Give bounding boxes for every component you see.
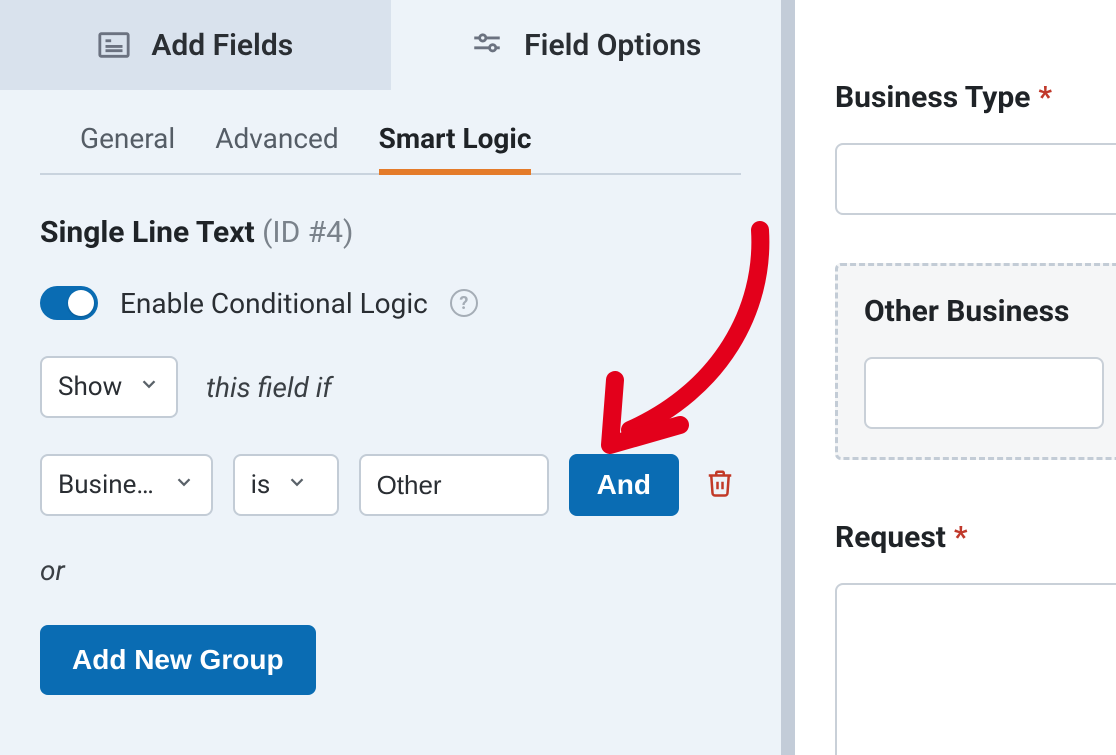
required-asterisk: * [1038, 80, 1052, 115]
or-label: or [40, 554, 741, 587]
help-icon[interactable]: ? [450, 289, 478, 317]
preview-business-type-input[interactable] [835, 143, 1116, 215]
field-options-panel: Add Fields Field Options General Advance… [0, 0, 795, 755]
condition-row: Show this field if [0, 320, 781, 418]
rule-field-value: Busines… [58, 470, 157, 500]
tab-field-options-label: Field Options [524, 28, 701, 63]
rule-value-input[interactable] [359, 454, 549, 516]
field-name: Single Line Text [40, 215, 255, 250]
preview-business-type-text: Business Type [835, 80, 1030, 115]
chevron-down-icon [138, 372, 160, 402]
subtab-general[interactable]: General [80, 122, 175, 173]
preview-request-textarea[interactable] [835, 583, 1116, 755]
rule-operator-select[interactable]: is [233, 454, 339, 516]
subtab-smart-logic[interactable]: Smart Logic [379, 122, 532, 173]
preview-other-business-label: Other Business [864, 294, 1116, 329]
enable-conditional-label: Enable Conditional Logic [120, 287, 428, 320]
condition-suffix: this field if [206, 371, 332, 404]
add-new-group-button[interactable]: Add New Group [40, 625, 316, 695]
top-tabs: Add Fields Field Options [0, 0, 781, 90]
subtab-advanced[interactable]: Advanced [215, 122, 338, 173]
action-select-value: Show [58, 372, 122, 402]
sliders-icon [470, 28, 504, 62]
tab-add-fields-label: Add Fields [151, 28, 293, 63]
form-preview: Business Type * Other Business Request * [795, 0, 1116, 755]
trash-icon [705, 468, 735, 498]
rule-operator-value: is [251, 470, 271, 500]
enable-conditional-toggle[interactable] [40, 286, 98, 320]
tab-field-options[interactable]: Field Options [391, 0, 782, 90]
chevron-down-icon [173, 470, 195, 500]
enable-conditional-row: Enable Conditional Logic ? [0, 250, 781, 320]
preview-other-business-text: Other Business [864, 294, 1069, 329]
preview-selected-field[interactable]: Other Business [835, 263, 1116, 460]
sub-tabs: General Advanced Smart Logic [40, 90, 741, 175]
preview-request-text: Request [835, 520, 946, 555]
rule-field-select[interactable]: Busines… [40, 454, 213, 516]
and-button[interactable]: And [569, 454, 679, 516]
field-id: (ID #4) [262, 215, 353, 250]
chevron-down-icon [286, 470, 308, 500]
delete-rule-button[interactable] [699, 462, 741, 508]
required-asterisk: * [954, 520, 968, 555]
preview-request-label: Request * [835, 520, 1116, 555]
tab-add-fields[interactable]: Add Fields [0, 0, 391, 90]
preview-other-business-input[interactable] [864, 357, 1104, 429]
action-select[interactable]: Show [40, 356, 178, 418]
preview-business-type-label: Business Type * [835, 80, 1116, 115]
field-header: Single Line Text (ID #4) [0, 175, 781, 250]
add-fields-icon [97, 28, 131, 62]
rule-row: Busines… is And [0, 418, 781, 516]
